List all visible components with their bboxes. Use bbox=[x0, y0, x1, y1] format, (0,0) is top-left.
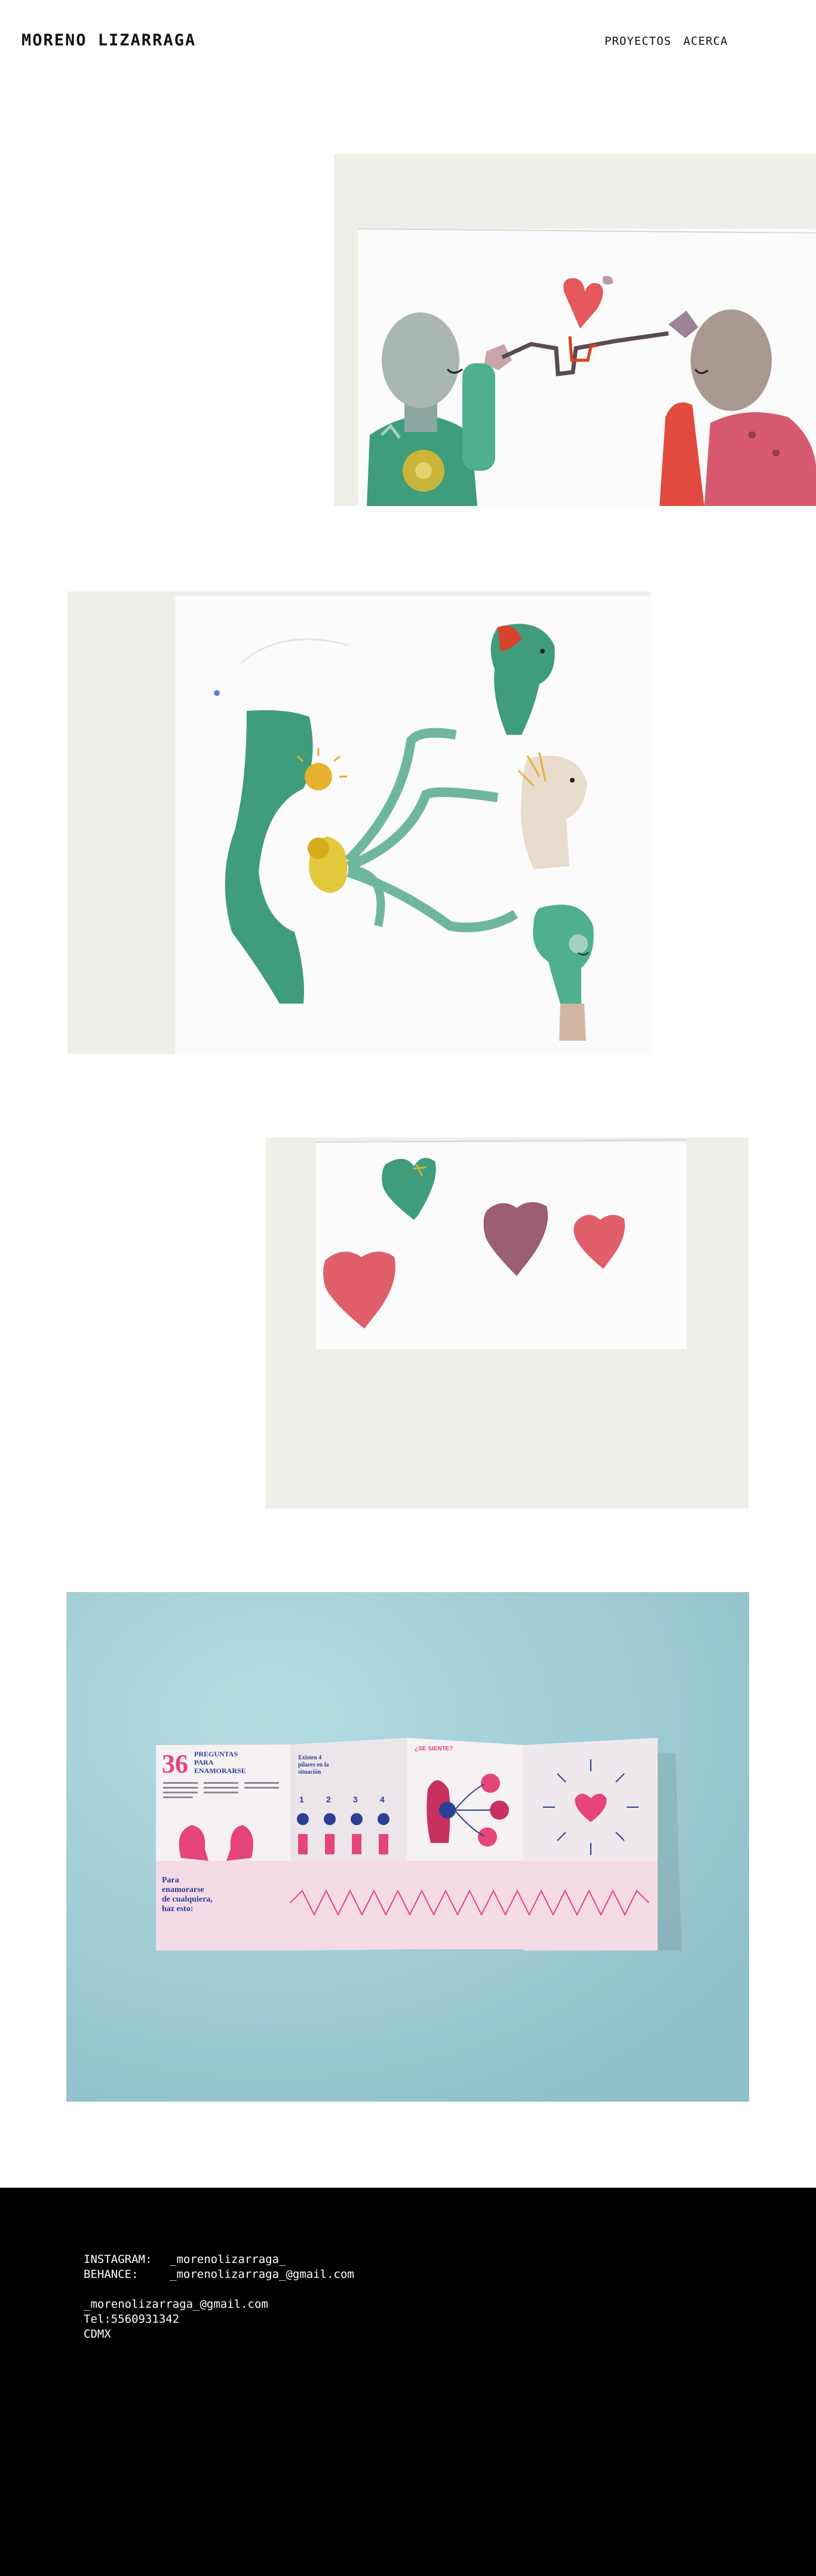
svg-text:ENAMORARSE: ENAMORARSE bbox=[194, 1767, 246, 1775]
site-header: MORENO LIZARRAGA PROYECTOS ACERCA bbox=[0, 0, 816, 84]
brochure-mockup-image: 36 PREGUNTAS PARA ENAMORARSE Para enamor… bbox=[66, 1592, 749, 2102]
artwork-hearts[interactable] bbox=[266, 1137, 748, 1508]
svg-text:Para: Para bbox=[162, 1876, 179, 1885]
city-label: CDMX bbox=[84, 2327, 111, 2341]
phone-number: Tel:5560931342 bbox=[84, 2313, 180, 2326]
svg-text:2: 2 bbox=[326, 1795, 331, 1804]
site-footer: INSTAGRAM: _morenolizarraga_ BEHANCE: _mor… bbox=[0, 2188, 816, 2576]
svg-text:3: 3 bbox=[353, 1795, 358, 1804]
footer-instagram-row: INSTAGRAM: _morenolizarraga_ bbox=[84, 2252, 354, 2267]
behance-label: BEHANCE: bbox=[84, 2268, 139, 2281]
artwork-pregnant-figure-heads[interactable] bbox=[68, 591, 651, 1054]
instagram-link[interactable]: _morenolizarraga_ bbox=[170, 2253, 286, 2266]
nav-acerca[interactable]: ACERCA bbox=[683, 35, 728, 48]
artwork-hearts-image bbox=[266, 1137, 748, 1508]
svg-text:de cualquiera,: de cualquiera, bbox=[162, 1895, 213, 1904]
footer-behance-row: BEHANCE: _morenolizarraga_@gmail.com bbox=[84, 2267, 354, 2282]
svg-text:situación: situación bbox=[298, 1769, 321, 1775]
artwork-two-figures-heart[interactable] bbox=[334, 154, 816, 506]
site-logo[interactable]: MORENO LIZARRAGA bbox=[22, 31, 196, 50]
svg-text:36: 36 bbox=[162, 1749, 188, 1778]
svg-text:haz esto:: haz esto: bbox=[162, 1905, 194, 1913]
svg-text:4: 4 bbox=[380, 1795, 385, 1804]
svg-text:pilares en la: pilares en la bbox=[298, 1762, 329, 1768]
artwork-pregnant-figure-heads-image bbox=[68, 591, 651, 1054]
svg-text:enamorarse: enamorarse bbox=[162, 1885, 204, 1894]
svg-text:PARA: PARA bbox=[194, 1758, 214, 1767]
main-nav: PROYECTOS ACERCA bbox=[605, 35, 728, 48]
behance-link[interactable]: _morenolizarraga_@gmail.com bbox=[170, 2268, 354, 2281]
svg-text:Existen 4: Existen 4 bbox=[298, 1755, 321, 1761]
footer-contact: INSTAGRAM: _morenolizarraga_ BEHANCE: _mor… bbox=[84, 2252, 354, 2342]
artwork-brochure-36-preguntas[interactable]: 36 PREGUNTAS PARA ENAMORARSE Para enamor… bbox=[66, 1592, 749, 2102]
svg-text:1: 1 bbox=[299, 1795, 304, 1804]
nav-proyectos[interactable]: PROYECTOS bbox=[605, 35, 671, 48]
svg-text:¿SE SIENTE?: ¿SE SIENTE? bbox=[415, 1746, 453, 1752]
svg-text:PREGUNTAS: PREGUNTAS bbox=[194, 1750, 238, 1758]
artwork-two-figures-heart-image bbox=[334, 154, 816, 506]
instagram-label: INSTAGRAM: bbox=[84, 2253, 152, 2266]
email-link[interactable]: _morenolizarraga_@gmail.com bbox=[84, 2298, 268, 2311]
